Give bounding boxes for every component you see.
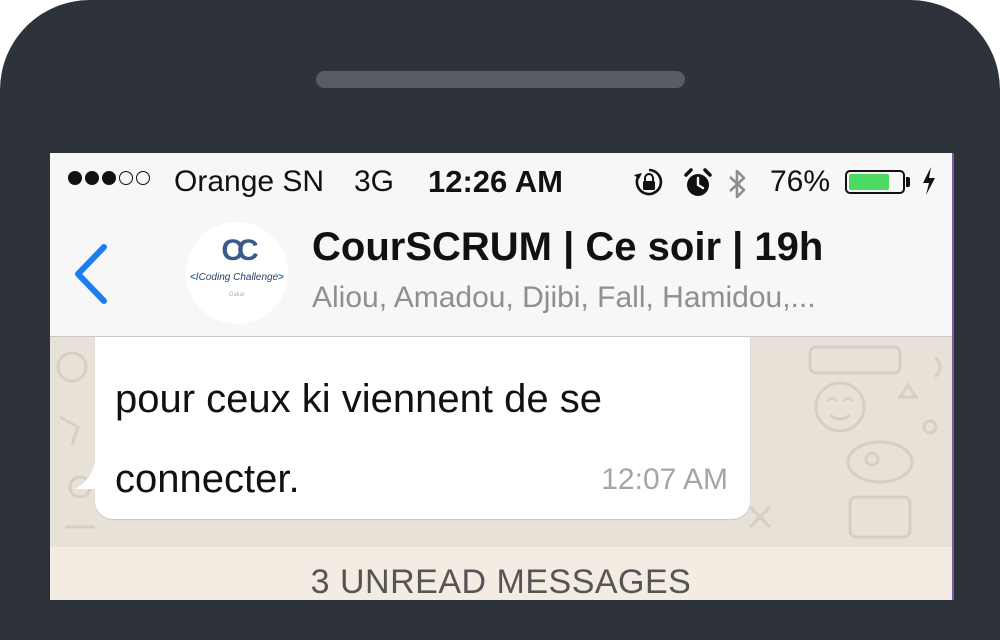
- battery-percentage: 76%: [770, 165, 831, 198]
- charging-bolt-icon: [923, 167, 935, 195]
- signal-strength-icon: [68, 171, 150, 185]
- phone-speaker: [316, 71, 685, 88]
- message-timestamp: 12:07 AM: [601, 463, 728, 496]
- message-bubble[interactable]: pour ceux ki viennent de se connecter. 1…: [75, 337, 750, 519]
- signal-dot: [136, 171, 150, 185]
- unread-messages-banner: 3 UNREAD MESSAGES: [50, 547, 952, 600]
- battery-cap: [906, 177, 910, 187]
- signal-dot: [85, 171, 99, 185]
- chevron-left-icon: [75, 244, 107, 304]
- avatar-caption: </Coding Challenge>: [186, 272, 288, 283]
- bluetooth-icon: [729, 169, 746, 199]
- caption-text: Coding Challenge: [198, 272, 279, 283]
- signal-dot: [68, 171, 82, 185]
- avatar-subtext: Dakar: [228, 292, 245, 298]
- back-button[interactable]: [68, 239, 118, 309]
- avatar-monogram: CC: [221, 234, 258, 267]
- carrier-name: Orange SN: [174, 165, 325, 198]
- battery-level-fill: [849, 174, 889, 190]
- status-bar: Orange SN 3G 12:26 AM 76%: [50, 153, 952, 211]
- orientation-lock-icon: [634, 168, 663, 196]
- screen-edge: [952, 153, 954, 600]
- status-clock: 12:26 AM: [428, 164, 563, 199]
- caption-close-bracket: >: [278, 272, 284, 283]
- group-name[interactable]: CourSCRUM | Ce soir | 19h: [312, 225, 823, 270]
- alarm-icon: [684, 168, 712, 196]
- phone-screen: Orange SN 3G 12:26 AM 76% CC </Coding Ch…: [50, 153, 952, 600]
- group-members[interactable]: Aliou, Amadou, Djibi, Fall, Hamidou,...: [312, 281, 816, 315]
- chat-area[interactable]: pour ceux ki viennent de se connecter. 1…: [50, 337, 952, 547]
- network-type: 3G: [354, 165, 395, 198]
- chat-header: CC </Coding Challenge> Dakar CourSCRUM |…: [50, 211, 952, 337]
- signal-dot: [102, 171, 116, 185]
- battery-icon: [845, 170, 905, 194]
- group-avatar[interactable]: CC </Coding Challenge> Dakar: [186, 222, 288, 324]
- unread-messages-label: 3 UNREAD MESSAGES: [310, 563, 692, 600]
- bubble-tail: [75, 449, 111, 489]
- signal-dot: [119, 171, 133, 185]
- caption-open-bracket: </: [190, 272, 199, 283]
